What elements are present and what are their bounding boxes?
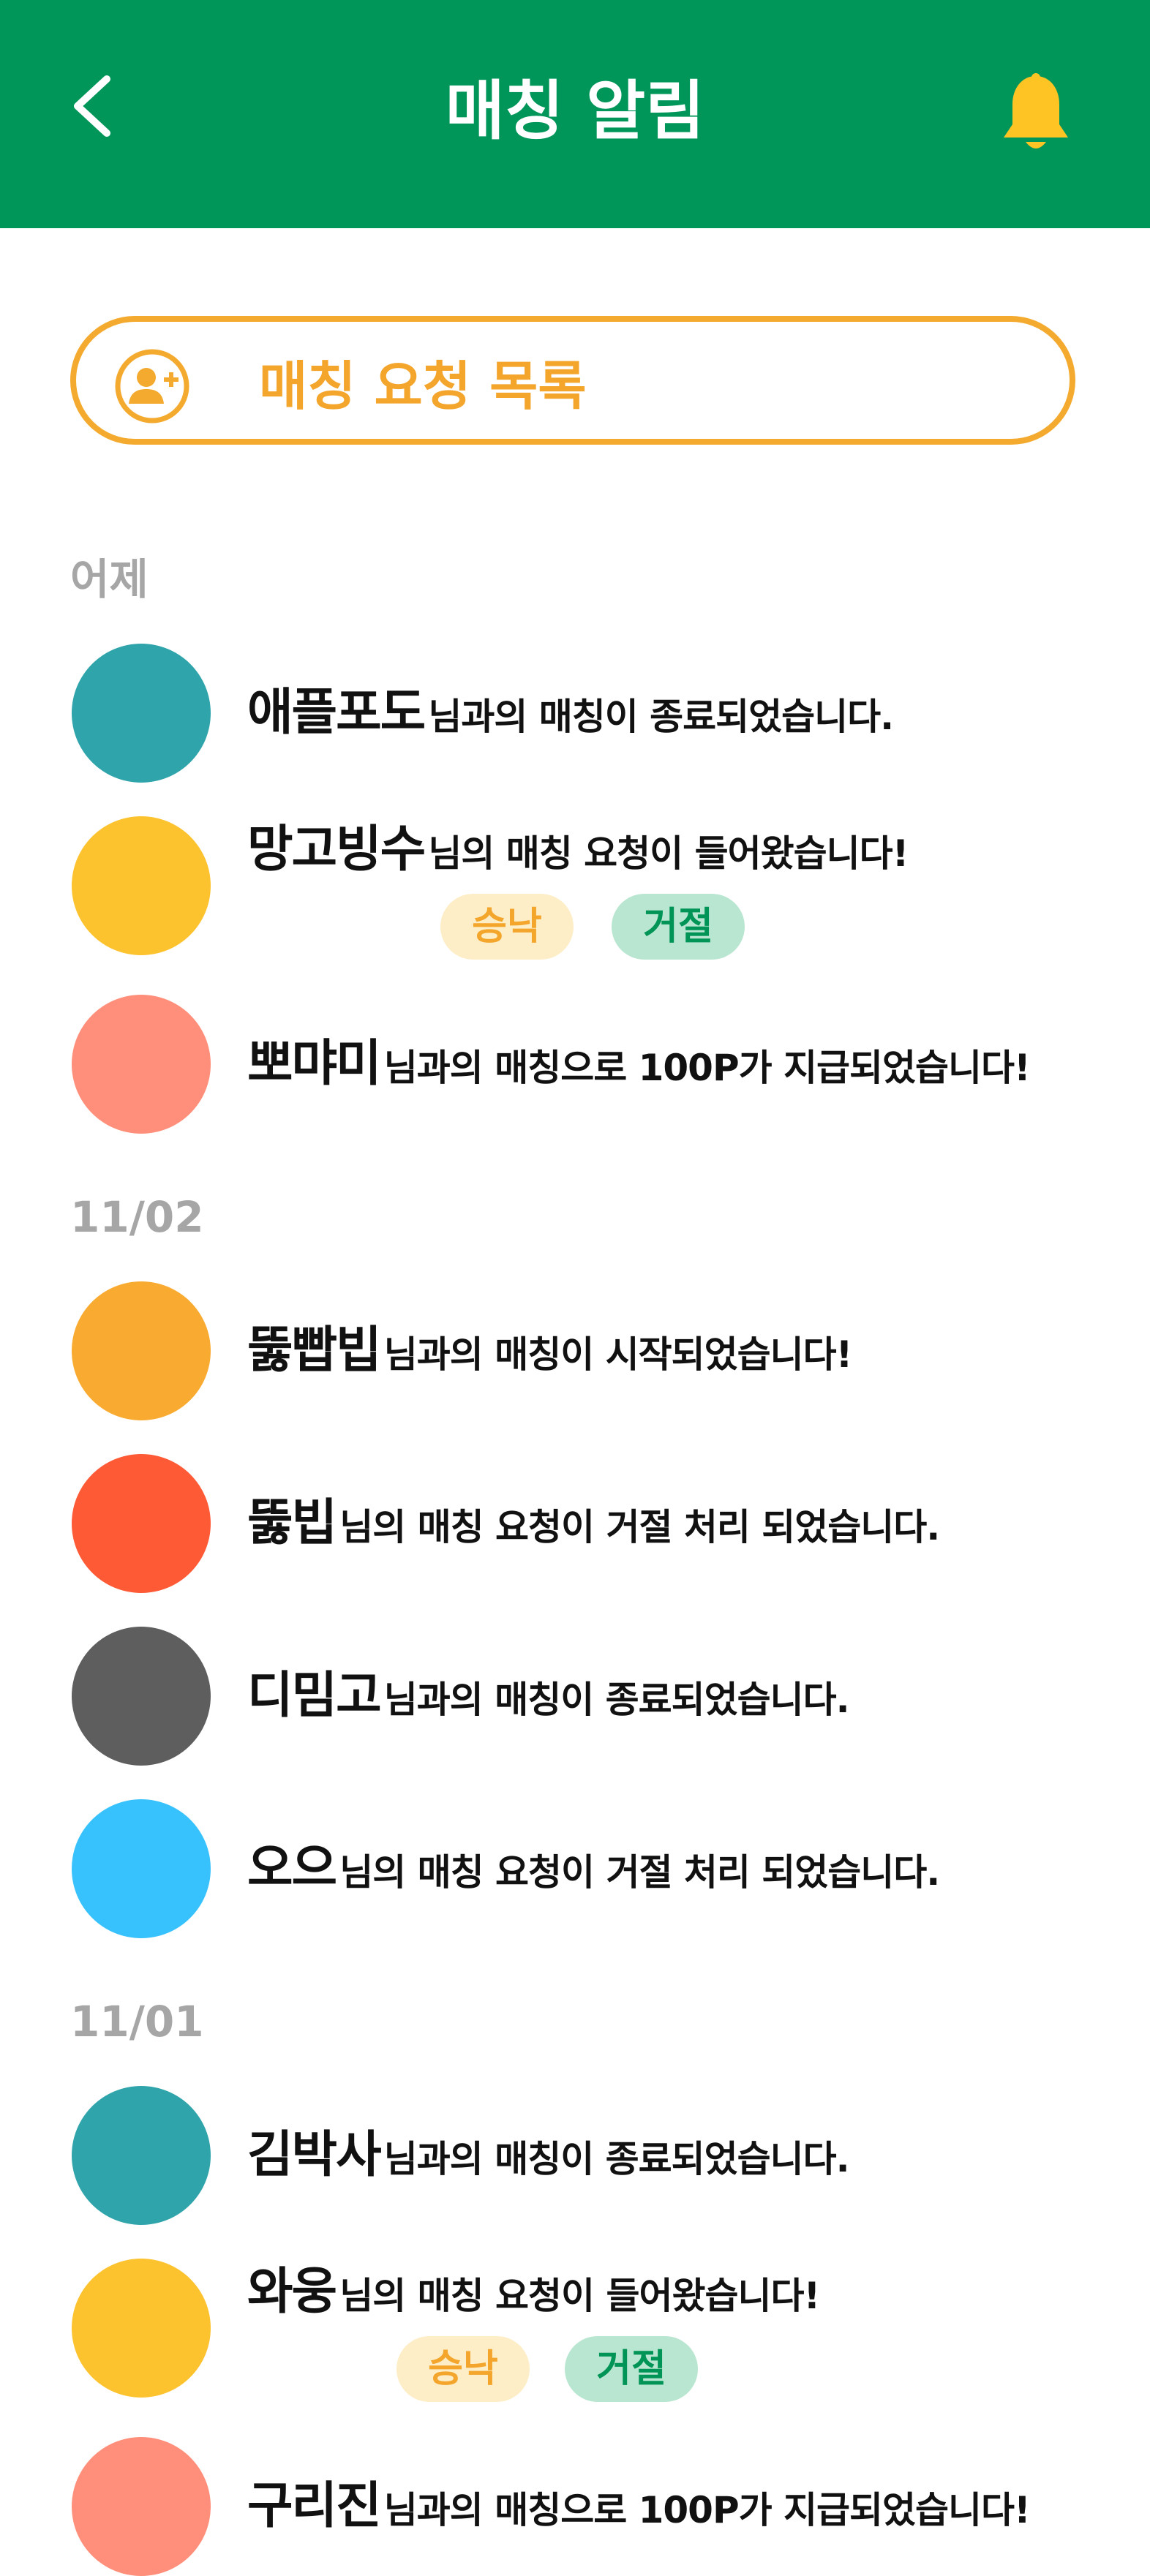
notification-message: 뚫빕 님의 매칭 요청이 거절 처리 되었습니다. <box>247 1487 940 1573</box>
matching-request-list-label: 매칭 요청 목록 <box>259 355 587 417</box>
page-title: 매칭 알림 <box>445 73 705 148</box>
nickname: 구리진 <box>247 2477 382 2535</box>
avatar[interactable] <box>72 2086 211 2225</box>
nickname: 뽀먀미 <box>247 1035 382 1093</box>
avatar[interactable] <box>72 1799 211 1938</box>
reject-button[interactable]: 거절 <box>565 2336 698 2402</box>
notification-message: 망고빙수 님의 매칭 요청이 들어왔습니다! <box>247 813 909 899</box>
message-text: 님과의 매칭으로 100P가 지급되었습니다! <box>383 1047 1031 1089</box>
section-date-label: 11/01 <box>70 1997 204 2046</box>
nickname: 김박사 <box>247 2126 382 2184</box>
message-text: 님의 매칭 요청이 들어왔습니다! <box>428 832 909 875</box>
avatar[interactable] <box>72 1627 211 1766</box>
notification-message: 와웅 님의 매칭 요청이 들어왔습니다! <box>247 2256 820 2341</box>
accept-button[interactable]: 승낙 <box>397 2336 530 2402</box>
avatar[interactable] <box>72 644 211 783</box>
avatar[interactable] <box>72 2437 211 2576</box>
avatar[interactable] <box>72 2259 211 2398</box>
bell-icon[interactable] <box>999 73 1072 155</box>
person-add-icon <box>115 349 189 423</box>
matching-request-list-button[interactable]: 매칭 요청 목록 <box>70 316 1075 445</box>
nickname: 오으 <box>247 1839 337 1897</box>
nickname: 망고빙수 <box>247 821 426 878</box>
message-text: 님과의 매칭으로 100P가 지급되었습니다! <box>383 2489 1031 2531</box>
message-text: 님과의 매칭이 종료되었습니다. <box>383 2138 850 2180</box>
message-text: 님과의 매칭이 종료되었습니다. <box>383 1679 850 1721</box>
message-text: 님의 매칭 요청이 거절 처리 되었습니다. <box>339 1851 940 1894</box>
avatar[interactable] <box>72 1454 211 1593</box>
notification-message: 디밈고 님과의 매칭이 종료되었습니다. <box>247 1660 850 1745</box>
notification-message: 김박사 님과의 매칭이 종료되었습니다. <box>247 2119 850 2204</box>
notification-message: 뽀먀미 님과의 매칭으로 100P가 지급되었습니다! <box>247 1028 1031 1113</box>
nickname: 와웅 <box>247 2263 337 2321</box>
reject-button[interactable]: 거절 <box>612 894 745 960</box>
notification-message: 오으 님의 매칭 요청이 거절 처리 되었습니다. <box>247 1832 940 1918</box>
nickname: 뚫빕 <box>247 1494 337 1552</box>
notification-message: 뚫빱빕 님과의 매칭이 시작되었습니다! <box>247 1314 852 1400</box>
message-text: 님의 매칭 요청이 거절 처리 되었습니다. <box>339 1506 940 1548</box>
message-text: 님과의 매칭이 종료되었습니다. <box>428 696 894 738</box>
section-date-label: 어제 <box>70 554 149 604</box>
avatar[interactable] <box>72 1281 211 1420</box>
section-date-label: 11/02 <box>70 1192 204 1242</box>
message-text: 님과의 매칭이 시작되었습니다! <box>383 1333 853 1376</box>
nickname: 뚫빱빕 <box>247 1322 382 1379</box>
message-text: 님의 매칭 요청이 들어왔습니다! <box>339 2275 820 2317</box>
accept-button[interactable]: 승낙 <box>440 894 574 960</box>
avatar[interactable] <box>72 816 211 955</box>
notification-message: 구리진 님과의 매칭으로 100P가 지급되었습니다! <box>247 2470 1031 2556</box>
avatar[interactable] <box>72 995 211 1134</box>
notification-message: 애플포도 님과의 매칭이 종료되었습니다. <box>247 677 894 762</box>
nickname: 애플포도 <box>247 684 426 742</box>
app-header: 매칭 알림 <box>0 0 1150 228</box>
nickname: 디밈고 <box>247 1667 382 1725</box>
